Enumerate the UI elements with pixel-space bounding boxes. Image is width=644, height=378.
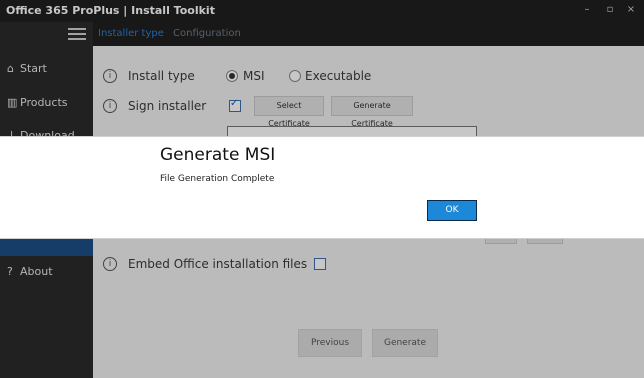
dialog-title: Generate MSI	[160, 145, 276, 165]
generate-msi-dialog: Generate MSI File Generation Complete OK	[0, 136, 644, 239]
ok-button[interactable]: OK	[427, 200, 477, 221]
dialog-message: File Generation Complete	[160, 174, 275, 184]
